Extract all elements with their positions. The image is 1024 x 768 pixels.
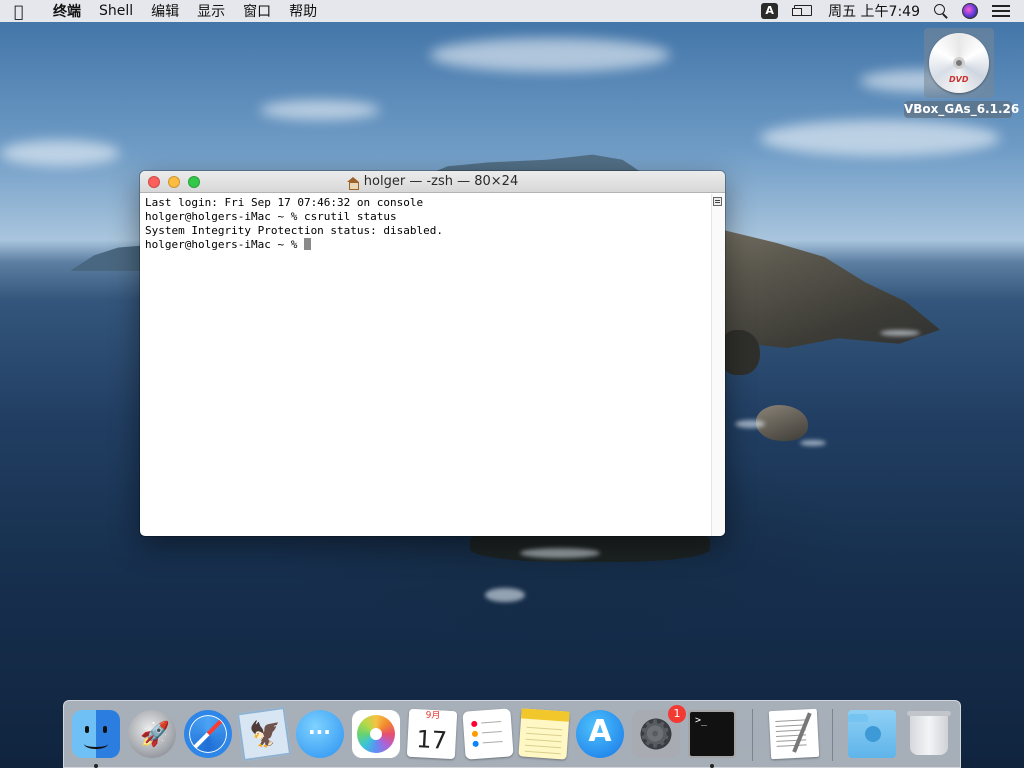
menu-help[interactable]: 帮助: [280, 1, 326, 21]
terminal-prompt: holger@holgers-iMac ~ %: [145, 238, 304, 251]
messages-icon[interactable]: [296, 710, 344, 758]
terminal-icon-prompt: >_: [695, 715, 708, 726]
siri-icon[interactable]: [962, 3, 978, 19]
dock-separator: [752, 709, 753, 761]
close-button[interactable]: [148, 176, 160, 188]
reminders-icon[interactable]: [462, 708, 514, 760]
text-cursor: [303, 238, 311, 250]
trash-icon[interactable]: [907, 711, 951, 755]
wallpaper-foam: [800, 440, 826, 446]
running-indicator: [710, 764, 714, 768]
update-badge: 1: [668, 705, 686, 723]
dvd-desktop-label[interactable]: VBox_GAs_6.1.26: [904, 101, 1019, 118]
terminal-scrollbar[interactable]: [711, 194, 725, 536]
dvd-disc-icon: DVD: [929, 33, 989, 93]
wallpaper-foam: [880, 330, 920, 336]
launchpad-icon[interactable]: [128, 710, 176, 758]
wallpaper-cloud: [760, 120, 1000, 156]
input-source-icon[interactable]: A: [761, 3, 779, 19]
terminal-line: holger@holgers-iMac ~ % csrutil status: [145, 210, 397, 223]
home-folder-icon: [346, 177, 359, 190]
wallpaper-left-island: [70, 245, 150, 271]
calendar-day: 17: [415, 725, 448, 755]
photos-icon[interactable]: [352, 710, 400, 758]
spotlight-search-icon[interactable]: [934, 4, 948, 18]
calendar-icon[interactable]: 9月 17: [406, 708, 458, 760]
dvd-logo: DVD: [949, 75, 969, 84]
download-arrow-icon: ▼: [868, 729, 876, 740]
apple-menu-icon[interactable]: : [14, 2, 44, 21]
terminal-title: holger — -zsh — 80×24: [363, 174, 519, 189]
textedit-icon[interactable]: [768, 708, 820, 760]
wallpaper-foam: [735, 420, 765, 428]
finder-icon[interactable]: [72, 710, 120, 758]
minimize-button[interactable]: [168, 176, 180, 188]
wallpaper-rock: [720, 330, 760, 375]
menu-bar-extras: A 周五 上午7:49: [761, 0, 1024, 22]
terminal-output[interactable]: Last login: Fri Sep 17 07:46:32 on conso…: [140, 194, 711, 536]
terminal-line: System Integrity Protection status: disa…: [145, 224, 444, 237]
dock: 9月 17 1 >_ ▼: [63, 700, 961, 768]
terminal-prompt-line[interactable]: holger@holgers-iMac ~ %: [145, 238, 706, 252]
menu-bar:  终端 Shell 编辑 显示 窗口 帮助 A 周五 上午7:49: [0, 0, 1024, 22]
dvd-desktop-icon[interactable]: DVD: [924, 28, 994, 98]
menu-window[interactable]: 窗口: [234, 1, 280, 21]
window-controls: [148, 176, 208, 188]
menu-clock[interactable]: 周五 上午7:49: [828, 1, 920, 21]
running-indicator: [94, 764, 98, 768]
terminal-line: Last login: Fri Sep 17 07:46:32 on conso…: [145, 196, 424, 209]
app-store-icon[interactable]: [576, 710, 624, 758]
preview-icon[interactable]: [236, 706, 292, 762]
wallpaper-cloud: [430, 38, 670, 72]
terminal-marker-icon[interactable]: [713, 197, 722, 206]
menu-view[interactable]: 显示: [188, 1, 234, 21]
terminal-titlebar[interactable]: holger — -zsh — 80×24: [140, 171, 725, 193]
notification-center-icon[interactable]: [992, 4, 1010, 18]
notes-icon[interactable]: [518, 708, 570, 760]
downloads-folder-icon[interactable]: ▼: [848, 710, 896, 758]
terminal-icon[interactable]: >_: [688, 710, 736, 758]
safari-icon[interactable]: [184, 710, 232, 758]
terminal-window[interactable]: holger — -zsh — 80×24 Last login: Fri Se…: [140, 171, 725, 536]
wallpaper-cloud: [0, 140, 120, 166]
menu-edit[interactable]: 编辑: [142, 1, 188, 21]
wallpaper-foam: [485, 588, 525, 602]
zoom-button[interactable]: [188, 176, 200, 188]
system-preferences-icon[interactable]: 1: [632, 705, 686, 758]
dock-separator: [832, 709, 833, 761]
display-mirroring-icon[interactable]: [792, 4, 814, 18]
menu-shell[interactable]: Shell: [90, 3, 142, 19]
wallpaper-foam: [520, 548, 600, 558]
menu-app-name[interactable]: 终端: [44, 1, 90, 21]
wallpaper-cloud: [260, 100, 380, 120]
